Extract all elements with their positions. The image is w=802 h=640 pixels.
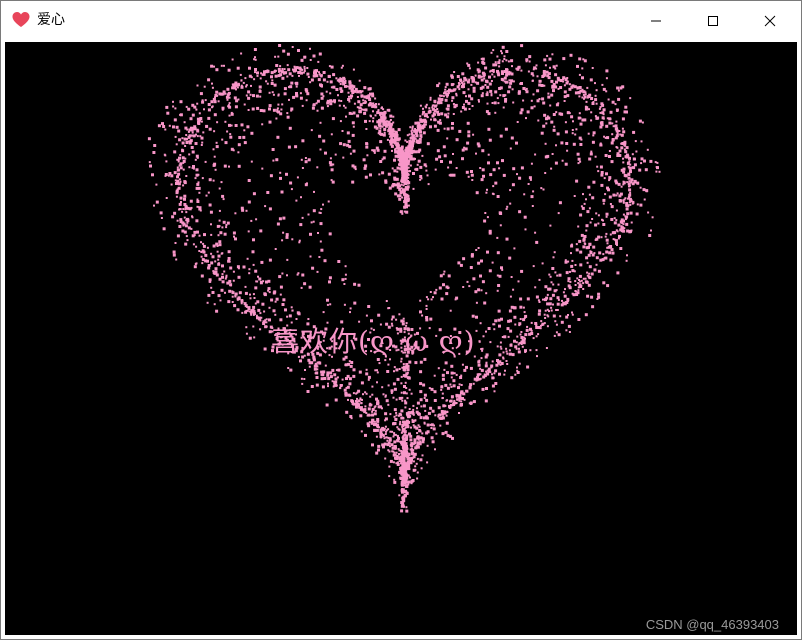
maximize-button[interactable] <box>690 1 736 40</box>
heart-icon <box>12 11 30 29</box>
maximize-icon <box>707 15 719 27</box>
app-window: 爱心 喜欢你(ღ ω ღ) CSDN @qq_46393403 <box>0 0 802 640</box>
title-bar[interactable]: 爱心 <box>1 1 801 40</box>
minimize-icon <box>650 15 662 27</box>
close-button[interactable] <box>747 1 793 40</box>
heart-canvas[interactable]: 喜欢你(ღ ω ღ) CSDN @qq_46393403 <box>5 42 797 635</box>
close-icon <box>764 15 776 27</box>
love-message: 喜欢你(ღ ω ღ) <box>271 325 476 358</box>
minimize-button[interactable] <box>633 1 679 40</box>
watermark: CSDN @qq_46393403 <box>645 617 779 632</box>
window-title: 爱心 <box>37 12 65 28</box>
